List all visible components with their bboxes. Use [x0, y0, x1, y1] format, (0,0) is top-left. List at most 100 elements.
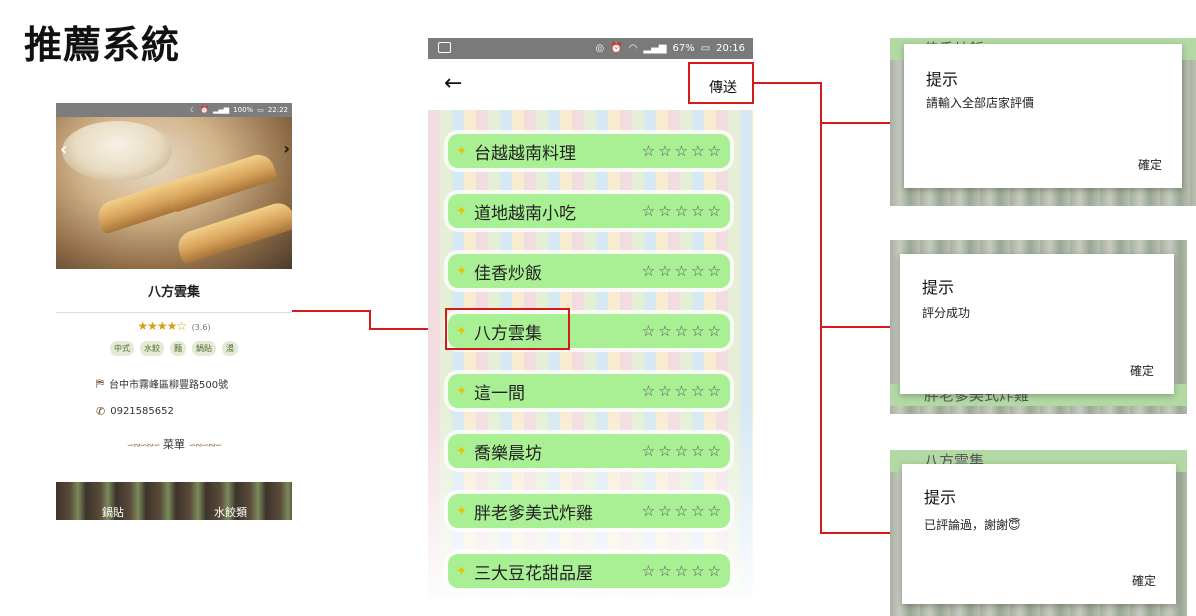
sparkle-icon: ✦ [456, 563, 467, 579]
image-icon [438, 42, 451, 53]
dialog-screenshot: 八方雲集 提示 已評論過，謝謝😇 確定 [890, 450, 1187, 616]
star-rating-input[interactable]: ☆☆☆☆☆ [642, 202, 724, 220]
store-name: 道地越南小吃 [474, 203, 576, 224]
sparkle-icon: ✦ [456, 143, 467, 159]
store-name: 喬樂晨坊 [474, 443, 542, 464]
signpost-icon: ⛿ [96, 376, 104, 390]
phone-row[interactable]: ✆ 0921585652 [96, 405, 292, 418]
dialog-message: 已評論過，謝謝😇 [924, 516, 1021, 533]
phone-icon: ✆ [96, 405, 106, 418]
status-bar: ☾ ⏰ ▂▄▆ 100% ▭ 22:22 [56, 103, 292, 117]
store-rating-list: ✦ 台越越南料理 ☆☆☆☆☆ ✦ 道地越南小吃 ☆☆☆☆☆ ✦ 佳香炒飯 ☆☆☆… [428, 110, 753, 598]
star-rating-input[interactable]: ☆☆☆☆☆ [642, 142, 724, 160]
list-item: ✦ 這一間 ☆☆☆☆☆ [448, 374, 730, 408]
star-rating-input[interactable]: ☆☆☆☆☆ [642, 562, 724, 580]
connector-line [820, 326, 890, 328]
tag-list: 中式 水餃 麵 鍋貼 湯 [56, 341, 292, 356]
store-name: 台越越南料理 [474, 143, 576, 164]
ornament-left-icon: ∽∾∽∾∽ [126, 441, 161, 451]
confirm-button[interactable]: 確定 [1130, 362, 1154, 379]
sparkle-icon: ✦ [456, 383, 467, 399]
store-name: 佳香炒飯 [474, 263, 542, 284]
connector-line [369, 310, 371, 329]
address-row[interactable]: ⛿ 台中市霧峰區柳豐路500號 [96, 376, 292, 392]
connector-line [754, 82, 822, 84]
connector-line [820, 82, 822, 534]
chevron-right-icon[interactable]: › [283, 139, 290, 158]
rating-value: (3.6) [191, 323, 211, 332]
connector-line [820, 122, 890, 124]
dialog-screenshot: 胖老爹美式炸雞 提示 評分成功 確定 [890, 240, 1187, 414]
status-time: 20:16 [716, 43, 745, 54]
dialog-title: 提示 [924, 488, 957, 507]
alert-dialog: 提示 評分成功 確定 [900, 254, 1174, 394]
menu-category-strip: 鍋貼 水餃類 [56, 482, 292, 520]
list-item: ✦ 三大豆花甜品屋 ☆☆☆☆☆ [448, 554, 730, 588]
store-photo: ‹ › [56, 117, 292, 269]
menu-title: 菜單 [163, 438, 185, 451]
alarm-icon: ⏰ [200, 106, 210, 114]
menu-section-header: ∽∾∽∾∽ 菜單 ∽∾∽∾∽ [56, 436, 292, 452]
smiling-face-halo-icon: 😇 [1008, 518, 1021, 532]
slide-title: 推薦系統 [24, 23, 181, 67]
alert-dialog: 提示 請輸入全部店家評價 確定 [904, 44, 1182, 188]
store-highlight-box [445, 308, 570, 350]
chevron-left-icon[interactable]: ‹ [60, 139, 67, 160]
rating-row: ★★★★☆ (3.6) [56, 319, 292, 333]
battery-icon: ▭ [257, 106, 264, 114]
signal-icon: ▂▄▆ [643, 43, 667, 54]
tag-chip: 鍋貼 [192, 341, 216, 356]
sparkle-icon: ✦ [456, 443, 467, 459]
star-rating-input[interactable]: ☆☆☆☆☆ [642, 442, 724, 460]
status-bar: ◎ ⏰ ◠ ▂▄▆ 67% ▭ 20:16 [428, 38, 753, 59]
dialog-message-text: 已評論過，謝謝 [924, 518, 1009, 532]
sparkle-icon: ✦ [456, 203, 467, 219]
status-time: 22:22 [267, 106, 288, 114]
battery-level: 100% [233, 106, 254, 114]
dialog-title: 提示 [926, 70, 959, 89]
star-rating-icon: ★★★★☆ [137, 319, 187, 333]
nfc-icon: ◎ [595, 43, 605, 54]
battery-level: 67% [672, 43, 695, 54]
tag-chip: 麵 [170, 341, 186, 356]
phone-text: 0921585652 [110, 406, 174, 417]
star-rating-input[interactable]: ☆☆☆☆☆ [642, 322, 724, 340]
list-item: ✦ 喬樂晨坊 ☆☆☆☆☆ [448, 434, 730, 468]
dialog-message: 評分成功 [922, 306, 971, 320]
sparkle-icon: ✦ [456, 263, 467, 279]
back-arrow-icon[interactable]: ← [444, 71, 462, 96]
connector-line [820, 532, 890, 534]
alert-dialog: 提示 已評論過，謝謝😇 確定 [902, 464, 1176, 604]
dialog-message: 請輸入全部店家評價 [926, 96, 1035, 110]
confirm-button[interactable]: 確定 [1138, 156, 1162, 173]
menu-category-dumplings[interactable]: 水餃類 [214, 504, 247, 520]
wifi-icon: ◠ [628, 43, 638, 54]
store-name: 這一間 [474, 383, 525, 404]
address-text: 台中市霧峰區柳豐路500號 [109, 380, 229, 391]
food-bowl [62, 121, 172, 181]
star-rating-input[interactable]: ☆☆☆☆☆ [642, 382, 724, 400]
list-item: ✦ 佳香炒飯 ☆☆☆☆☆ [448, 254, 730, 288]
ornament-right-icon: ∽∾∽∾∽ [188, 441, 223, 451]
send-highlight-box [688, 62, 754, 104]
list-item: ✦ 台越越南料理 ☆☆☆☆☆ [448, 134, 730, 168]
dumpling-shape [174, 199, 292, 265]
sparkle-icon: ✦ [456, 503, 467, 519]
store-name: 八方雲集 [56, 281, 292, 313]
dialog-screenshot: 佳香炒飯 提示 請輸入全部店家評價 確定 [890, 38, 1196, 206]
store-name: 三大豆花甜品屋 [474, 563, 593, 584]
store-detail-screen: ☾ ⏰ ▂▄▆ 100% ▭ 22:22 ‹ › 八方雲集 ★★★★☆ (3.6… [56, 103, 292, 520]
tag-chip: 水餃 [140, 341, 164, 356]
menu-category-potstickers[interactable]: 鍋貼 [102, 504, 124, 520]
battery-icon: ▭ [700, 43, 711, 54]
connector-line [292, 310, 370, 312]
list-item: ✦ 胖老爹美式炸雞 ☆☆☆☆☆ [448, 494, 730, 528]
star-rating-input[interactable]: ☆☆☆☆☆ [642, 502, 724, 520]
star-rating-input[interactable]: ☆☆☆☆☆ [642, 262, 724, 280]
tag-chip: 中式 [110, 341, 134, 356]
alarm-icon: ⏰ [610, 43, 623, 54]
store-name: 胖老爹美式炸雞 [474, 503, 593, 524]
confirm-button[interactable]: 確定 [1132, 572, 1156, 589]
moon-icon: ☾ [190, 106, 197, 114]
list-item: ✦ 道地越南小吃 ☆☆☆☆☆ [448, 194, 730, 228]
